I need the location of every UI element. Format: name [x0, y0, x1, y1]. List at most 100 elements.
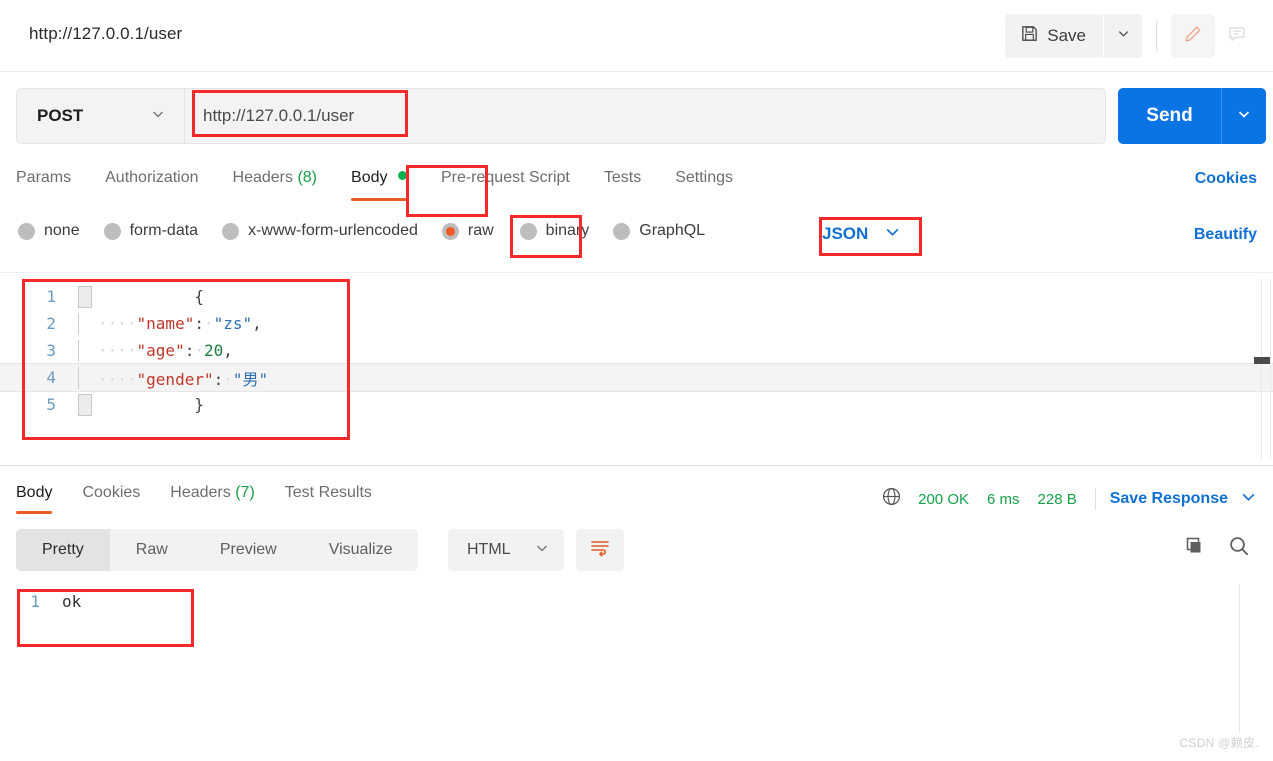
view-mode-preview[interactable]: Preview [194, 529, 303, 571]
search-icon[interactable] [1227, 534, 1251, 563]
tab-active-underline [351, 198, 407, 201]
tab-authorization[interactable]: Authorization [105, 163, 198, 201]
body-type-options: none form-data x-www-form-urlencoded raw… [18, 222, 729, 240]
tab-body[interactable]: Body [351, 163, 407, 201]
json-comma: , [223, 341, 233, 360]
indent-dots: ···· [98, 341, 137, 360]
globe-icon[interactable] [881, 486, 902, 512]
fold-marker-icon[interactable] [78, 285, 92, 308]
json-key: "age" [136, 341, 185, 360]
tab-settings-label: Settings [675, 169, 734, 186]
response-tab-body[interactable]: Body [16, 480, 53, 514]
body-format-label: JSON [822, 224, 869, 243]
cookies-link[interactable]: Cookies [1195, 170, 1257, 188]
response-tab-test-results-label: Test Results [284, 484, 372, 501]
body-type-graphql[interactable]: GraphQL [613, 222, 705, 240]
url-bar: POST http://127.0.0.1/user [16, 88, 1106, 144]
tab-pre-request-script-label: Pre-request Script [440, 169, 570, 186]
view-mode-raw[interactable]: Raw [110, 529, 194, 571]
tab-headers-count: (8) [297, 169, 318, 186]
copy-icon[interactable] [1183, 535, 1205, 562]
radio-selected-icon [441, 222, 459, 240]
editor-line: 1 { [0, 283, 1273, 310]
editor-scrollbar-track[interactable] [1261, 279, 1271, 459]
response-format-select[interactable]: HTML [448, 529, 564, 571]
json-colon: : [194, 314, 204, 333]
fold-marker-icon[interactable] [78, 393, 92, 416]
view-mode-pretty[interactable]: Pretty [16, 529, 110, 571]
save-button-label: Save [1047, 26, 1086, 45]
json-value: "男" [232, 369, 269, 389]
body-type-raw[interactable]: raw [441, 222, 494, 240]
body-type-form-data[interactable]: form-data [103, 222, 199, 240]
radio-icon [18, 222, 35, 240]
body-type-graphql-label: GraphQL [639, 222, 706, 239]
json-value: "zs" [213, 314, 253, 333]
response-body[interactable]: 1 ok [0, 588, 1273, 761]
editor-scrollbar-thumb[interactable] [1254, 357, 1270, 364]
save-response-button[interactable]: Save Response [1110, 490, 1228, 508]
send-options-caret[interactable] [1222, 88, 1266, 144]
save-options-caret[interactable] [1104, 14, 1142, 58]
request-tabs: Params Authorization Headers (8) Body Pr… [16, 163, 767, 201]
response-time: 6 ms [987, 490, 1020, 508]
tab-params[interactable]: Params [16, 163, 71, 201]
json-value: 20 [203, 341, 224, 360]
request-title: http://127.0.0.1/user [29, 24, 183, 43]
response-size: 228 B [1037, 490, 1077, 508]
response-tab-headers-count: (7) [235, 484, 255, 501]
response-tabs: Body Cookies Headers (7) Test Results [16, 480, 402, 514]
line-number: 1 [46, 287, 56, 306]
tab-headers[interactable]: Headers (8) [233, 163, 318, 201]
word-wrap-button[interactable] [576, 529, 624, 571]
http-method-select[interactable]: POST [17, 89, 185, 143]
body-type-form-data-label: form-data [129, 222, 199, 239]
toolbar-divider [1156, 21, 1157, 51]
edit-request-button[interactable] [1171, 14, 1215, 58]
body-format-select[interactable]: JSON [822, 223, 901, 245]
body-type-raw-label: raw [467, 222, 494, 239]
body-type-urlencoded-label: x-www-form-urlencoded [248, 222, 418, 239]
view-mode-visualize[interactable]: Visualize [303, 529, 419, 571]
line-number: 3 [46, 341, 56, 360]
json-colon: : [213, 369, 224, 389]
chevron-down-icon[interactable] [1240, 488, 1257, 510]
response-tab-test-results[interactable]: Test Results [285, 480, 372, 514]
tab-pre-request-script[interactable]: Pre-request Script [441, 163, 570, 201]
request-body-editor[interactable]: 1 { 2 ····"name":·"zs", 3 ····"age":·20,… [0, 272, 1273, 464]
url-input[interactable]: http://127.0.0.1/user [185, 89, 1105, 143]
editor-line: 5 } [0, 391, 1273, 418]
body-type-none[interactable]: none [18, 222, 80, 240]
response-format-label: HTML [467, 541, 511, 558]
editor-line-text: } [194, 395, 204, 414]
editor-line: 3 ····"age":·20, [0, 337, 1273, 364]
body-type-binary-label: binary [545, 222, 590, 239]
json-key: "name" [136, 314, 195, 333]
unsaved-dot-icon [397, 171, 407, 180]
tab-active-underline [16, 511, 53, 514]
body-type-binary[interactable]: binary [519, 222, 590, 240]
send-button[interactable]: Send [1118, 88, 1221, 144]
indent-guide [78, 366, 92, 389]
radio-icon [519, 222, 537, 240]
tab-settings[interactable]: Settings [675, 163, 733, 201]
radio-icon [103, 222, 121, 240]
response-body-line: 1 ok [0, 588, 1273, 614]
response-body-actions [1183, 534, 1251, 563]
response-tab-headers[interactable]: Headers (7) [170, 480, 255, 514]
pencil-icon [1183, 24, 1203, 49]
send-button-group: Send [1118, 88, 1266, 144]
response-tab-body-label: Body [16, 484, 53, 501]
response-tab-cookies[interactable]: Cookies [82, 480, 140, 514]
comments-button[interactable] [1215, 14, 1259, 58]
watermark: CSDN @赖皮. [1179, 736, 1259, 750]
tab-params-label: Params [16, 169, 72, 186]
response-tab-headers-label: Headers [170, 484, 231, 501]
beautify-link[interactable]: Beautify [1194, 226, 1257, 244]
tab-body-label: Body [351, 169, 388, 186]
save-button[interactable]: Save [1005, 14, 1103, 58]
tab-tests[interactable]: Tests [604, 163, 641, 201]
tab-tests-label: Tests [603, 169, 642, 186]
indent-dots: ···· [98, 314, 137, 333]
body-type-urlencoded[interactable]: x-www-form-urlencoded [222, 222, 418, 240]
